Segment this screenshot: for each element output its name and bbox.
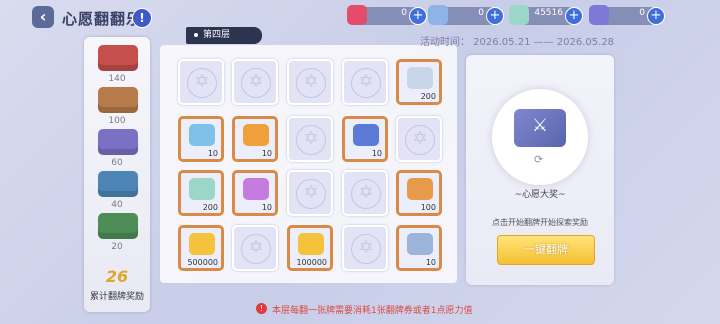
card-revealed[interactable]: 10 xyxy=(232,116,278,162)
add-crystal-drop-button[interactable]: + xyxy=(486,7,504,25)
resource-card-pack: 0 + xyxy=(589,5,665,25)
hexagram-icon xyxy=(405,125,435,155)
card-revealed[interactable]: 10 xyxy=(342,116,388,162)
warning-icon: ! xyxy=(256,303,267,314)
card-face-down[interactable] xyxy=(287,116,333,162)
reward-quantity: 10 xyxy=(261,203,272,212)
grand-prize-panel: ⟳ ~心愿大奖~ 点击开始翻牌开始探索奖励 一键翻牌 xyxy=(466,55,614,285)
chest-icon[interactable] xyxy=(98,213,138,239)
card-face-down[interactable] xyxy=(342,225,388,271)
hexagram-icon xyxy=(351,68,381,98)
chest-threshold: 60 xyxy=(111,158,123,168)
reward-quantity: 10 xyxy=(207,149,218,158)
reward-quantity: 10 xyxy=(425,258,436,267)
hexagram-icon xyxy=(351,179,381,209)
gem-icon xyxy=(189,178,215,200)
page-title: 心愿翻翻乐 xyxy=(62,10,143,28)
card-face-down[interactable] xyxy=(396,116,442,162)
resource-value: 0 xyxy=(639,8,645,18)
candy-icon xyxy=(189,124,215,146)
resource-value: 0 xyxy=(401,8,407,18)
coin-icon xyxy=(298,233,324,255)
card-revealed[interactable]: 100 xyxy=(396,170,442,216)
reward-quantity: 100000 xyxy=(296,258,327,267)
flip-reward-label: 累计翻牌奖励 xyxy=(89,292,144,302)
hexagram-icon xyxy=(351,234,381,264)
amber-icon xyxy=(243,124,269,146)
crystal-drop-icon xyxy=(428,5,448,25)
chest-threshold: 20 xyxy=(111,242,123,252)
card-face-down[interactable] xyxy=(178,59,224,105)
add-card-pack-button[interactable]: + xyxy=(647,7,665,25)
hexagram-icon xyxy=(241,68,271,98)
card-face-down[interactable] xyxy=(287,59,333,105)
info-icon: ! xyxy=(139,11,145,25)
card-face-down[interactable] xyxy=(232,59,278,105)
info-button[interactable]: ! xyxy=(132,8,152,28)
chest-threshold: 40 xyxy=(111,200,123,210)
back-button[interactable]: ‹ xyxy=(32,6,54,28)
card-pack-icon xyxy=(589,5,609,25)
card-face-down[interactable] xyxy=(342,170,388,216)
event-period: 活动时间： 2026.05.21 —— 2026.05.28 xyxy=(420,37,615,48)
crystal-icon xyxy=(407,67,433,89)
hexagram-icon xyxy=(187,68,217,98)
floor-tab: 第四层 xyxy=(186,27,262,44)
chest-icon[interactable] xyxy=(98,129,138,155)
resource-gem: 45516 + xyxy=(509,5,583,25)
flip-all-button[interactable]: 一键翻牌 xyxy=(497,235,595,265)
warning-text: 本层每翻一张牌需要消耗1张翻牌券或者1点愿力值 xyxy=(272,306,473,316)
prize-ring: ⟳ xyxy=(492,89,588,185)
reward-quantity: 200 xyxy=(420,92,436,101)
hexagram-icon xyxy=(296,125,326,155)
back-arrow-icon: ‹ xyxy=(39,7,47,26)
fish-icon xyxy=(353,124,379,146)
card-revealed[interactable]: 10 xyxy=(232,170,278,216)
hexagram-icon xyxy=(296,179,326,209)
gem-icon xyxy=(509,5,529,25)
card-face-down[interactable] xyxy=(287,170,333,216)
card-revealed[interactable]: 10 xyxy=(178,116,224,162)
ore-icon xyxy=(407,233,433,255)
card-revealed[interactable]: 10 xyxy=(396,225,442,271)
ticket-icon xyxy=(347,5,367,25)
chest-icon[interactable] xyxy=(98,87,138,113)
resource-crystal-drop: 0 + xyxy=(428,5,504,25)
card-revealed[interactable]: 100000 xyxy=(287,225,333,271)
coin-icon xyxy=(189,233,215,255)
card-face-down[interactable] xyxy=(232,225,278,271)
refresh-icon[interactable]: ⟳ xyxy=(534,153,543,166)
potion-icon xyxy=(243,178,269,200)
resource-value: 45516 xyxy=(534,8,563,18)
reward-quantity: 10 xyxy=(371,149,382,158)
card-face-down[interactable] xyxy=(342,59,388,105)
chest-icon[interactable] xyxy=(98,45,138,71)
reward-quantity: 10 xyxy=(261,149,272,158)
chest-threshold: 140 xyxy=(108,74,126,84)
add-ticket-button[interactable]: + xyxy=(409,7,427,25)
sword-card-icon xyxy=(514,109,566,147)
chest-icon[interactable] xyxy=(98,171,138,197)
floor-label: 第四层 xyxy=(203,30,231,40)
prize-hint: 点击开始翻牌开始探索奖励 xyxy=(492,218,588,227)
dot-icon xyxy=(194,32,198,37)
card-revealed[interactable]: 500000 xyxy=(178,225,224,271)
reward-quantity: 500000 xyxy=(187,258,218,267)
prize-name: ~心愿大奖~ xyxy=(514,190,566,200)
card-revealed[interactable]: 200 xyxy=(178,170,224,216)
reward-quantity: 100 xyxy=(420,203,436,212)
flip-count: 26 xyxy=(105,267,129,286)
hexagram-icon xyxy=(296,68,326,98)
card-revealed[interactable]: 200 xyxy=(396,59,442,105)
chest-threshold: 100 xyxy=(108,116,126,126)
resource-value: 0 xyxy=(478,8,484,18)
add-gem-button[interactable]: + xyxy=(565,7,583,25)
chest-reward-panel: 26 累计翻牌奖励 140 100 60 40 20 xyxy=(84,37,150,312)
prism-icon xyxy=(407,178,433,200)
card-board: 200 10 10 10 200 10 100 500000 100000 10 xyxy=(160,45,457,283)
resource-ticket: 0 + xyxy=(347,5,427,25)
reward-quantity: 200 xyxy=(202,203,218,212)
hexagram-icon xyxy=(241,234,271,264)
